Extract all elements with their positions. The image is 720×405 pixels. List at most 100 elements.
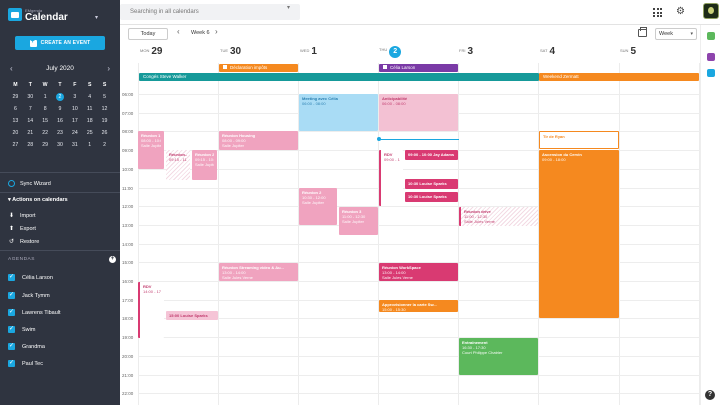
mini-calendar-day[interactable]: 3: [67, 93, 82, 101]
app-logo[interactable]: EMgenda Calendar ▾: [8, 6, 118, 24]
mini-calendar-day[interactable]: 18: [82, 117, 97, 125]
checkbox[interactable]: [8, 308, 15, 316]
mini-calendar-day[interactable]: 28: [23, 141, 38, 149]
agenda-item[interactable]: Paul Tec: [8, 359, 43, 367]
event[interactable]: Réunion 108:00 - 10:00Salle Jupiter: [138, 131, 164, 169]
apps-grid-icon[interactable]: [653, 8, 662, 17]
chevron-left-icon[interactable]: ‹: [177, 27, 180, 36]
event[interactable]: Réunion 209:15 - 10:30Salle Jupiter: [192, 150, 217, 180]
mini-calendar-day[interactable]: 1: [38, 93, 53, 101]
checkbox[interactable]: [8, 291, 15, 299]
create-event-button[interactable]: CREATE AN EVENT: [15, 36, 105, 50]
mini-calendar-day[interactable]: 31: [67, 141, 82, 149]
agenda-item[interactable]: Jack Tymm: [8, 291, 50, 299]
today-button[interactable]: Today: [128, 28, 168, 40]
checkbox[interactable]: [8, 342, 15, 350]
mini-calendar-day[interactable]: 30: [53, 141, 68, 149]
checkbox[interactable]: [8, 273, 15, 281]
green-app-icon[interactable]: [707, 32, 715, 40]
event[interactable]: Entraînement 16:30 - 17:30 Court Philippe …: [459, 338, 538, 375]
event[interactable]: RDV09:00 - 12:00: [379, 150, 403, 206]
checkbox[interactable]: [8, 325, 15, 333]
event[interactable]: Ascension du Cervin 09:00 - 18:00: [539, 150, 619, 318]
event[interactable]: 10:30 Louise Sparks: [405, 192, 458, 202]
event[interactable]: Réunion drive 11:00 - 12:30 Salle Jules Ve…: [459, 207, 538, 226]
mini-calendar-day[interactable]: 30: [23, 93, 38, 101]
day-header[interactable]: THU 2: [379, 46, 402, 64]
day-header[interactable]: MON 29: [140, 46, 162, 64]
day-header[interactable]: TUE 30: [220, 46, 241, 64]
mini-calendar-day[interactable]: 25: [82, 129, 97, 137]
event[interactable]: Réunion Streaming video & Au... 13:00 - 1…: [219, 263, 298, 281]
event[interactable]: Réunion Housing 08:00 - 09:00 Salle Jupite…: [219, 131, 298, 150]
mini-calendar-day[interactable]: 21: [23, 129, 38, 137]
gear-icon[interactable]: ⚙: [676, 6, 685, 17]
purple-app-icon[interactable]: [707, 53, 715, 61]
sync-wizard-link[interactable]: Sync Wizard: [8, 180, 51, 187]
mini-calendar-day[interactable]: 1: [82, 141, 97, 149]
view-select[interactable]: Week ▾: [655, 28, 697, 40]
mini-calendar-day[interactable]: 26: [97, 129, 112, 137]
export-action[interactable]: ⬆ Export: [8, 225, 36, 233]
mini-calendar-day[interactable]: 20: [8, 129, 23, 137]
event[interactable]: Tir de Ryan: [539, 131, 619, 149]
mini-calendar-day[interactable]: 24: [67, 129, 82, 137]
day-header[interactable]: SUN 5: [620, 46, 636, 64]
event[interactable]: Réunion 2 10:30 - 12:00 Salle Jupiter: [299, 188, 337, 225]
mini-calendar-day[interactable]: 9: [53, 105, 68, 113]
mini-calendar-day[interactable]: 14: [23, 117, 38, 125]
import-action[interactable]: ⬇ Import: [8, 212, 36, 220]
mini-calendar-day[interactable]: 10: [67, 105, 82, 113]
event[interactable]: Réunion WorkSpace 13:00 - 14:00 Salle Jule…: [379, 263, 458, 281]
allday-event[interactable]: Déclaration impôts: [219, 64, 298, 72]
mini-calendar-day[interactable]: 5: [97, 93, 112, 101]
actions-title[interactable]: ▾ Actions on calendars: [8, 197, 68, 203]
help-icon[interactable]: ?: [705, 390, 715, 400]
mini-calendar-day[interactable]: 22: [38, 129, 53, 137]
chevron-down-icon[interactable]: ▾: [287, 4, 290, 11]
event[interactable]: RDV14:00 - 17:00: [138, 282, 164, 338]
mini-calendar-day[interactable]: 23: [53, 129, 68, 137]
event[interactable]: 09:00 - 10:00 Jay Adams: [405, 150, 458, 160]
allday-event[interactable]: Congés Steve Walker: [139, 73, 539, 81]
mini-calendar-day[interactable]: 2: [97, 141, 112, 149]
print-icon[interactable]: [638, 27, 647, 37]
day-header[interactable]: SAT 4: [540, 46, 555, 64]
mini-calendar-day[interactable]: 8: [38, 105, 53, 113]
event[interactable]: 10:30 Louise Sparks: [405, 179, 458, 189]
mini-calendar-day[interactable]: 29: [8, 93, 23, 101]
add-agenda-icon[interactable]: +: [109, 256, 116, 263]
mini-calendar-day[interactable]: 16: [53, 117, 68, 125]
event[interactable]: 15:00 Louise Sparks: [166, 311, 218, 320]
agenda-item[interactable]: Célia Larson: [8, 273, 53, 281]
restore-action[interactable]: ↺ Restore: [8, 238, 39, 246]
mini-calendar-day[interactable]: 13: [8, 117, 23, 125]
agenda-item[interactable]: Swim: [8, 325, 35, 333]
checkbox[interactable]: [8, 359, 15, 367]
event[interactable]: Anticipabilité 06:00 - 08:00: [379, 94, 458, 131]
mini-calendar-day[interactable]: 17: [67, 117, 82, 125]
mini-calendar-day[interactable]: 2: [55, 93, 64, 101]
event[interactable]: Meeting avec Célia 06:00 - 08:00: [299, 94, 378, 131]
mini-calendar-day[interactable]: 6: [8, 105, 23, 113]
event[interactable]: Réunion 3 11:00 - 12:30 Salle Jupiter: [339, 207, 378, 235]
allday-event[interactable]: Célia Larson: [379, 64, 458, 72]
mini-calendar-day[interactable]: 19: [97, 117, 112, 125]
mini-calendar-day[interactable]: 29: [38, 141, 53, 149]
day-header[interactable]: FRI 3: [459, 46, 473, 64]
mini-calendar-day[interactable]: 4: [82, 93, 97, 101]
event[interactable]: Réunion...09:15 - 11:00: [166, 150, 190, 180]
mini-calendar-day[interactable]: 7: [23, 105, 38, 113]
mini-calendar-day[interactable]: 11: [82, 105, 97, 113]
chevron-right-icon[interactable]: ›: [215, 27, 218, 36]
agenda-item[interactable]: Grandma: [8, 342, 45, 350]
mini-calendar-day[interactable]: 15: [38, 117, 53, 125]
search-input[interactable]: Searching in all calendars: [120, 4, 300, 20]
mini-calendar-day[interactable]: 27: [8, 141, 23, 149]
avatar[interactable]: [703, 3, 719, 19]
blue-app-icon[interactable]: [707, 69, 715, 77]
mini-calendar-day[interactable]: 12: [97, 105, 112, 113]
day-header[interactable]: WED 1: [300, 46, 317, 64]
chevron-right-icon[interactable]: ›: [107, 64, 110, 73]
allday-event[interactable]: Weekend Zermatt: [539, 73, 699, 81]
